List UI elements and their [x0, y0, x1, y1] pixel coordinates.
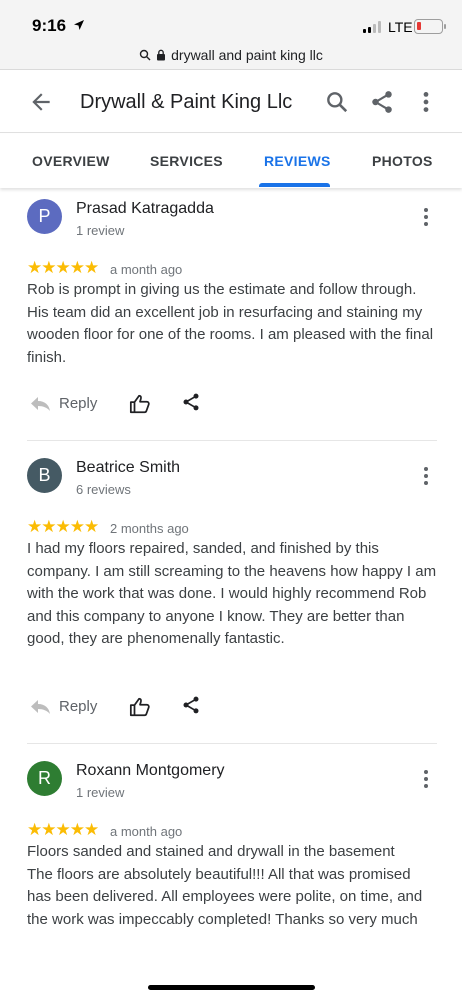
- star-rating: ★★★★★: [27, 517, 99, 536]
- more-vert-icon[interactable]: [418, 769, 434, 789]
- page-title: Drywall & Paint King Llc: [80, 91, 293, 113]
- lock-icon: [157, 49, 166, 60]
- active-tab-indicator: [259, 183, 330, 187]
- battery-icon: [414, 19, 446, 34]
- more-vert-icon[interactable]: [413, 89, 439, 115]
- divider: [27, 743, 437, 744]
- reviewer-name[interactable]: Prasad Katragadda: [76, 200, 214, 218]
- thumbs-up-icon[interactable]: [129, 393, 151, 415]
- more-vert-icon[interactable]: [418, 207, 434, 227]
- avatar[interactable]: P: [27, 199, 62, 234]
- reply-button[interactable]: Reply: [29, 394, 97, 412]
- share-icon[interactable]: [369, 89, 395, 115]
- reply-icon: [31, 700, 50, 714]
- tab-overview[interactable]: OVERVIEW: [32, 153, 110, 169]
- signal-icon: [363, 21, 381, 33]
- avatar[interactable]: R: [27, 761, 62, 796]
- review-time: a month ago: [110, 824, 183, 839]
- reply-icon: [31, 397, 50, 411]
- review-time: 2 months ago: [110, 521, 189, 536]
- search-icon[interactable]: [324, 89, 350, 115]
- search-icon: [139, 49, 151, 60]
- status-time: 9:16: [32, 16, 67, 35]
- reply-label: Reply: [59, 697, 98, 715]
- review-text: Rob is prompt in giving us the estimate …: [27, 281, 434, 366]
- star-rating: ★★★★★: [27, 820, 99, 839]
- app-header: Drywall & Paint King Llc: [0, 71, 462, 133]
- location-arrow-icon: [74, 20, 84, 30]
- home-indicator: [148, 985, 315, 990]
- reply-label: Reply: [59, 394, 98, 412]
- review-count: 1 review: [76, 785, 125, 800]
- url-bar[interactable]: drywall and paint king llc: [0, 40, 462, 70]
- divider: [27, 440, 437, 441]
- share-icon[interactable]: [181, 695, 201, 715]
- more-vert-icon[interactable]: [418, 466, 434, 486]
- tab-reviews[interactable]: REVIEWS: [264, 153, 331, 169]
- share-icon[interactable]: [181, 392, 201, 412]
- reply-button[interactable]: Reply: [29, 697, 97, 715]
- review-count: 6 reviews: [76, 482, 131, 497]
- url-text: drywall and paint king llc: [171, 46, 323, 63]
- status-bar: 9:16 LTE: [0, 0, 462, 40]
- thumbs-up-icon[interactable]: [129, 696, 151, 718]
- review-text: Floors sanded and stained and drywall in…: [27, 843, 423, 928]
- review-time: a month ago: [110, 262, 183, 277]
- star-rating: ★★★★★: [27, 258, 99, 277]
- tab-services[interactable]: SERVICES: [150, 153, 223, 169]
- avatar[interactable]: B: [27, 458, 62, 493]
- review-text: I had my floors repaired, sanded, and fi…: [27, 540, 437, 647]
- tab-bar: OVERVIEW SERVICES REVIEWS PHOTOS: [0, 134, 462, 188]
- network-label: LTE: [388, 19, 413, 35]
- tab-photos[interactable]: PHOTOS: [372, 153, 433, 169]
- back-arrow-icon[interactable]: [28, 89, 54, 115]
- reviewer-name[interactable]: Roxann Montgomery: [76, 762, 225, 780]
- reviewer-name[interactable]: Beatrice Smith: [76, 459, 180, 477]
- review-count: 1 review: [76, 223, 125, 238]
